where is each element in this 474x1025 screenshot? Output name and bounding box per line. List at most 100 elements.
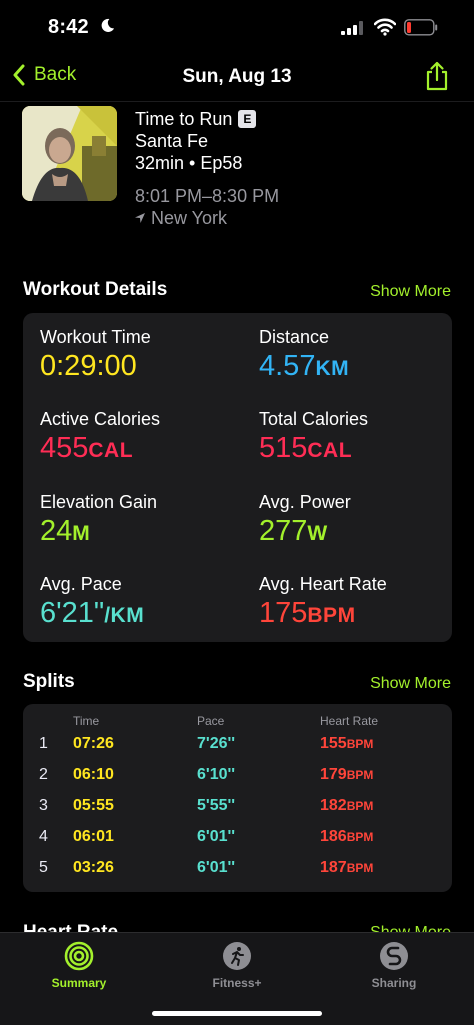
metric-unit: KM: [315, 357, 350, 380]
metric-value: 175BPM: [259, 596, 387, 633]
split-heart-rate-value: 186: [320, 828, 347, 845]
metric-number: 6'21": [40, 597, 105, 629]
split-pace: 6'01'': [197, 828, 236, 845]
splits-card: Time Pace Heart Rate 1 07:26 7'26'' 155BPM 2…: [23, 704, 452, 892]
episode-title: Time to Run: [135, 109, 233, 129]
metric-workout-time: Workout Time 0:29:00: [40, 326, 151, 383]
split-pace: 7'26'': [197, 735, 236, 752]
split-heart-rate-unit: BPM: [346, 799, 374, 813]
battery-icon: [404, 19, 438, 36]
split-heart-rate-unit: BPM: [346, 861, 374, 875]
metric-number: 277: [259, 515, 308, 547]
split-row: 4 06:01 6'01'' 186BPM: [23, 828, 452, 858]
split-heart-rate: 186BPM: [320, 828, 373, 846]
activity-rings-icon: [64, 941, 94, 971]
metric-unit: M: [72, 522, 91, 545]
metric-avg-power: Avg. Power 277W: [259, 491, 351, 551]
split-heart-rate-value: 182: [320, 797, 347, 814]
split-pace: 6'01'': [197, 859, 236, 876]
workout-location: New York: [135, 207, 279, 229]
workout-details-card: Workout Time 0:29:00 Distance 4.57KM Active …: [23, 313, 452, 642]
episode-summary: Time to Run E Santa Fe 32min • Ep58 8:01…: [22, 106, 452, 236]
tab-sharing-label: Sharing: [371, 976, 417, 990]
metric-unit: /KM: [104, 604, 145, 627]
metric-number: 4.57: [259, 350, 316, 382]
metric-label: Avg. Power: [259, 492, 351, 512]
metric-elevation-gain: Elevation Gain 24M: [40, 491, 157, 551]
split-number: 3: [39, 797, 48, 814]
metric-number: 455: [40, 432, 89, 464]
sharing-icon: [380, 942, 408, 970]
metric-active-calories: Active Calories 455CAL: [40, 408, 160, 468]
metric-number: 175: [259, 597, 308, 629]
page-title: Sun, Aug 13: [182, 66, 292, 87]
tab-fitness-plus[interactable]: Fitness+: [182, 941, 292, 990]
workout-details-show-more[interactable]: Show More: [370, 283, 451, 301]
tab-sharing[interactable]: Sharing: [339, 941, 449, 990]
moon-icon: [101, 18, 115, 32]
metric-unit: W: [307, 522, 328, 545]
metric-unit: CAL: [88, 439, 134, 462]
metric-unit: CAL: [307, 439, 353, 462]
metric-value: 277W: [259, 514, 351, 551]
splits-show-more[interactable]: Show More: [370, 675, 451, 693]
split-heart-rate: 155BPM: [320, 735, 373, 753]
metric-number: 515: [259, 432, 308, 464]
metric-label: Avg. Heart Rate: [259, 574, 387, 594]
split-heart-rate-value: 187: [320, 859, 347, 876]
metric-value: 455CAL: [40, 431, 160, 468]
split-time: 07:26: [73, 735, 114, 752]
split-heart-rate-value: 155: [320, 735, 347, 752]
episode-thumbnail: [22, 106, 117, 201]
metric-label: Active Calories: [40, 409, 161, 429]
tab-summary-label: Summary: [51, 976, 107, 990]
tab-summary[interactable]: Summary: [24, 941, 134, 990]
metric-label: Total Calories: [259, 409, 369, 429]
workout-city: New York: [151, 208, 228, 228]
split-heart-rate-unit: BPM: [346, 830, 374, 844]
split-row: 5 03:26 6'01'' 187BPM: [23, 859, 452, 889]
metric-label: Workout Time: [40, 327, 151, 347]
status-time: 8:42: [48, 16, 89, 38]
split-row: 3 05:55 5'55'' 182BPM: [23, 797, 452, 827]
metric-value: 24M: [40, 514, 157, 551]
split-heart-rate: 179BPM: [320, 766, 373, 784]
split-row: 2 06:10 6'10'' 179BPM: [23, 766, 452, 796]
metric-label: Distance: [259, 327, 330, 347]
split-heart-rate: 187BPM: [320, 859, 373, 877]
split-pace: 5'55'': [197, 797, 236, 814]
metric-value: 515CAL: [259, 431, 368, 468]
navigation-bar: Back Sun, Aug 13: [0, 56, 474, 102]
cellular-signal-icon: [341, 21, 363, 35]
heart-rate-show-more[interactable]: Show More: [370, 924, 451, 932]
metric-total-calories: Total Calories 515CAL: [259, 408, 368, 468]
split-time: 06:10: [73, 766, 114, 783]
metric-value: 6'21"/KM: [40, 596, 144, 633]
split-row: 1 07:26 7'26'' 155BPM: [23, 735, 452, 765]
metric-avg-pace: Avg. Pace 6'21"/KM: [40, 573, 144, 633]
split-heart-rate: 182BPM: [320, 797, 373, 815]
episode-duration: 32min • Ep58: [135, 153, 243, 173]
tab-fitness-plus-label: Fitness+: [212, 976, 262, 990]
split-heart-rate-unit: BPM: [346, 768, 374, 782]
split-number: 4: [39, 828, 48, 845]
metric-value: 4.57KM: [259, 349, 349, 386]
metric-unit: BPM: [307, 604, 356, 627]
metric-label: Avg. Pace: [40, 574, 122, 594]
splits-column-pace: Pace: [197, 714, 225, 728]
split-time: 05:55: [73, 797, 114, 814]
split-heart-rate-value: 179: [320, 766, 347, 783]
heart-rate-title: Heart Rate: [23, 922, 118, 932]
metric-distance: Distance 4.57KM: [259, 326, 349, 386]
episode-location-name: Santa Fe: [135, 131, 209, 151]
wifi-icon: [374, 18, 396, 36]
location-arrow-icon: [135, 213, 145, 223]
header-divider: [0, 101, 474, 102]
metric-label: Elevation Gain: [40, 492, 158, 512]
splits-column-time: Time: [73, 714, 100, 728]
episode-info: Time to Run E Santa Fe 32min • Ep58 8:01…: [135, 108, 279, 229]
split-time: 06:01: [73, 828, 114, 845]
metric-number: 24: [40, 515, 73, 547]
share-icon[interactable]: [424, 60, 450, 92]
split-number: 5: [39, 859, 48, 876]
